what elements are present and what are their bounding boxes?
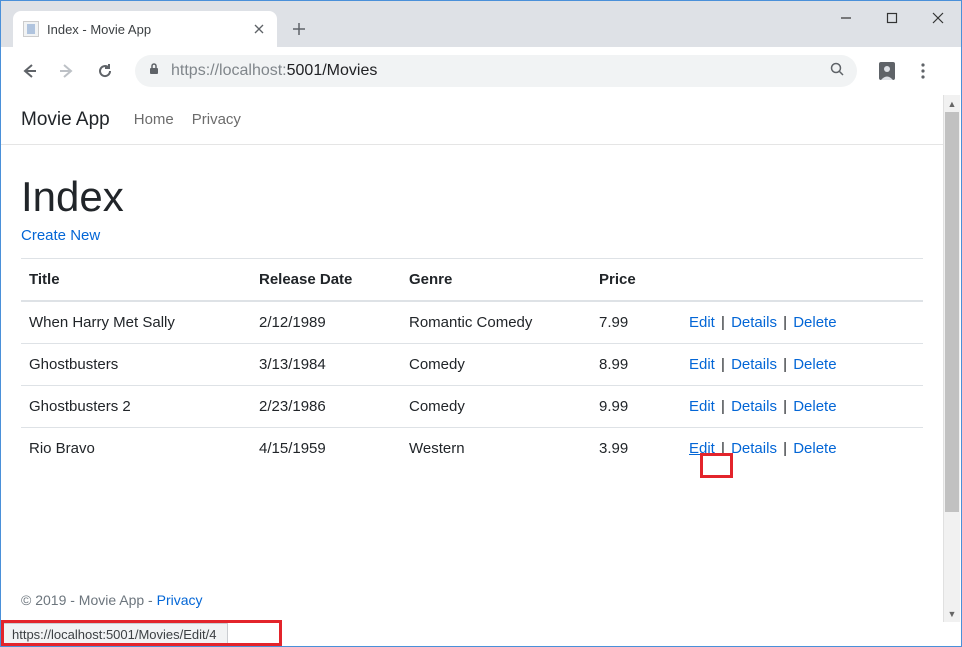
cell-price: 9.99 (591, 386, 681, 428)
nav-home-link[interactable]: Home (134, 111, 174, 128)
main-content: Index Create New Title Release Date Genr… (1, 145, 943, 489)
delete-link[interactable]: Delete (793, 314, 836, 331)
nav-privacy-link[interactable]: Privacy (192, 111, 241, 128)
th-price: Price (591, 259, 681, 302)
cell-title: Ghostbusters 2 (21, 386, 251, 428)
reload-icon (96, 62, 114, 80)
status-url-text: https://localhost:5001/Movies/Edit/4 (12, 627, 217, 642)
th-genre: Genre (401, 259, 591, 302)
address-bar[interactable]: https://localhost:5001/Movies (135, 55, 857, 87)
details-link[interactable]: Details (731, 440, 777, 457)
page-viewport: Movie App Home Privacy Index Create New … (1, 95, 943, 622)
cell-title: Rio Bravo (21, 428, 251, 470)
forward-button[interactable] (51, 55, 83, 87)
kebab-icon (921, 63, 925, 79)
reload-button[interactable] (89, 55, 121, 87)
cell-release: 2/12/1989 (251, 301, 401, 344)
arrow-left-icon (20, 62, 38, 80)
scroll-thumb[interactable] (945, 112, 959, 512)
favicon-icon (23, 21, 39, 37)
cell-price: 7.99 (591, 301, 681, 344)
tab-strip: Index - Movie App (1, 1, 961, 47)
browser-menu-button[interactable] (907, 55, 939, 87)
tab-close-button[interactable] (251, 21, 267, 37)
minimize-icon (840, 12, 852, 24)
cell-genre: Romantic Comedy (401, 301, 591, 344)
close-icon (932, 12, 944, 24)
browser-toolbar: https://localhost:5001/Movies (1, 47, 961, 95)
movies-table: Title Release Date Genre Price When Harr… (21, 258, 923, 469)
details-link[interactable]: Details (731, 356, 777, 373)
table-row: Ghostbusters 3/13/1984 Comedy 8.99 Edit … (21, 344, 923, 386)
edit-link[interactable]: Edit (689, 398, 715, 415)
th-title: Title (21, 259, 251, 302)
back-button[interactable] (13, 55, 45, 87)
cell-genre: Western (401, 428, 591, 470)
lock-icon (147, 62, 161, 81)
edit-link[interactable]: Edit (689, 314, 715, 331)
details-link[interactable]: Details (731, 314, 777, 331)
close-icon (254, 24, 264, 34)
delete-link[interactable]: Delete (793, 398, 836, 415)
table-row: Ghostbusters 2 2/23/1986 Comedy 9.99 Edi… (21, 386, 923, 428)
window-maximize-button[interactable] (869, 1, 915, 35)
brand-link[interactable]: Movie App (21, 109, 110, 131)
cell-actions: Edit | Details | Delete (681, 344, 923, 386)
table-row: Rio Bravo 4/15/1959 Western 3.99 Edit | … (21, 428, 923, 470)
plus-icon (292, 22, 306, 36)
create-new-link[interactable]: Create New (21, 227, 100, 244)
footer-privacy-link[interactable]: Privacy (157, 592, 203, 608)
site-navbar: Movie App Home Privacy (1, 95, 943, 145)
maximize-icon (886, 12, 898, 24)
window-close-button[interactable] (915, 1, 961, 35)
cell-title: When Harry Met Sally (21, 301, 251, 344)
cell-price: 8.99 (591, 344, 681, 386)
window-minimize-button[interactable] (823, 1, 869, 35)
details-link[interactable]: Details (731, 398, 777, 415)
new-tab-button[interactable] (285, 15, 313, 43)
page-heading: Index (21, 173, 923, 221)
scroll-down-button[interactable]: ▼ (944, 605, 960, 622)
account-icon (876, 60, 898, 82)
scroll-up-button[interactable]: ▲ (944, 95, 960, 112)
cell-release: 3/13/1984 (251, 344, 401, 386)
cell-price: 3.99 (591, 428, 681, 470)
url-text: https://localhost:5001/Movies (171, 62, 819, 80)
arrow-right-icon (58, 62, 76, 80)
browser-chrome: Index - Movie App https://localhost:5001… (1, 1, 961, 95)
cell-release: 2/23/1986 (251, 386, 401, 428)
delete-link[interactable]: Delete (793, 440, 836, 457)
cell-genre: Comedy (401, 344, 591, 386)
search-icon[interactable] (829, 61, 845, 82)
tab-title: Index - Movie App (47, 22, 243, 37)
delete-link[interactable]: Delete (793, 356, 836, 373)
vertical-scrollbar[interactable]: ▲ ▼ (943, 95, 960, 622)
page-footer: © 2019 - Movie App - Privacy (21, 592, 203, 608)
account-button[interactable] (871, 55, 903, 87)
edit-link[interactable]: Edit (689, 356, 715, 373)
table-header-row: Title Release Date Genre Price (21, 259, 923, 302)
cell-actions: Edit | Details | Delete (681, 386, 923, 428)
cell-title: Ghostbusters (21, 344, 251, 386)
browser-status-bar: https://localhost:5001/Movies/Edit/4 (2, 623, 228, 645)
th-release-date: Release Date (251, 259, 401, 302)
browser-tab[interactable]: Index - Movie App (13, 11, 277, 47)
edit-link[interactable]: Edit (689, 440, 715, 457)
table-row: When Harry Met Sally 2/12/1989 Romantic … (21, 301, 923, 344)
th-actions (681, 259, 923, 302)
cell-genre: Comedy (401, 386, 591, 428)
cell-actions: Edit | Details | Delete (681, 301, 923, 344)
cell-release: 4/15/1959 (251, 428, 401, 470)
cell-actions: Edit | Details | Delete (681, 428, 923, 470)
